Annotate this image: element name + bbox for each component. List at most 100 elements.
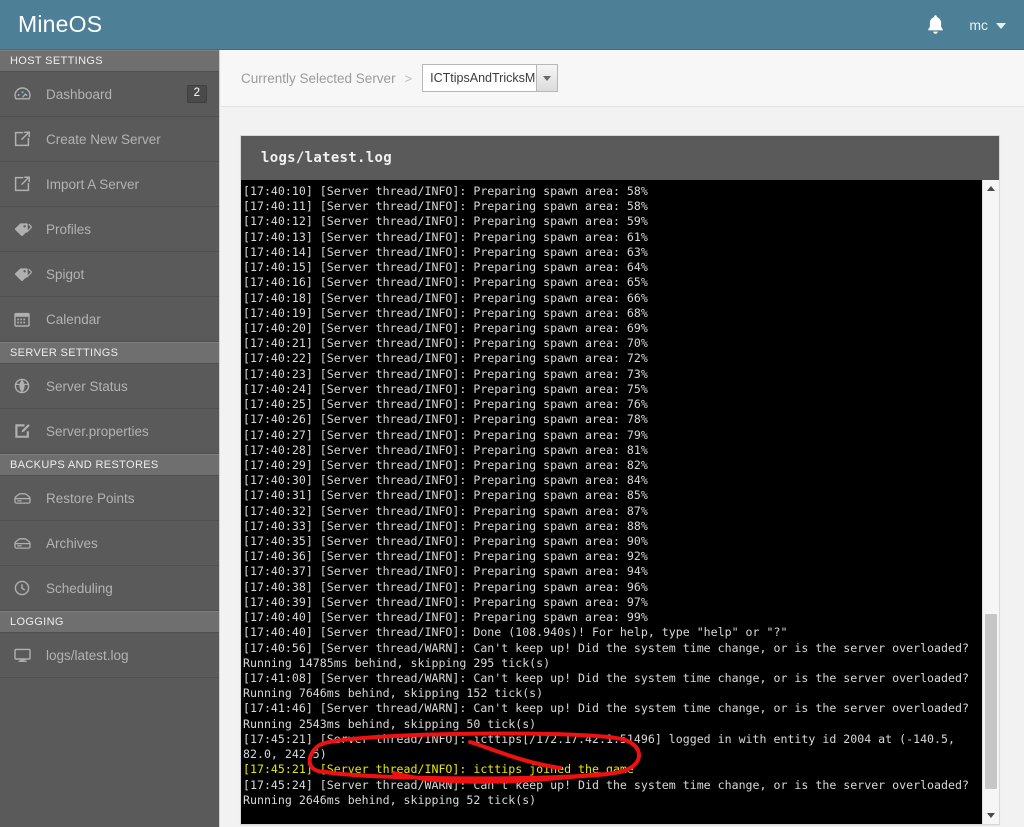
- log-line: [17:40:32] [Server thread/INFO]: Prepari…: [243, 503, 648, 518]
- scroll-down-button[interactable]: [983, 807, 999, 824]
- log-output: [17:40:10] [Server thread/INFO]: Prepari…: [241, 180, 982, 824]
- sidebar-heading-backups-and-restores: BACKUPS AND RESTORES: [0, 454, 219, 476]
- server-select-value: ICTtipsAndTricksMC: [430, 71, 537, 85]
- log-line: [17:40:39] [Server thread/INFO]: Prepari…: [243, 594, 648, 609]
- log-line: [17:40:19] [Server thread/INFO]: Prepari…: [243, 305, 648, 320]
- sidebar-heading-host-settings: HOST SETTINGS: [0, 50, 219, 72]
- drive-icon: [14, 534, 36, 552]
- log-line: [17:40:26] [Server thread/INFO]: Prepari…: [243, 412, 648, 427]
- log-line: [17:40:37] [Server thread/INFO]: Prepari…: [243, 564, 648, 579]
- bell-icon: [926, 14, 945, 35]
- chevron-down-icon: [987, 813, 995, 818]
- scrollbar-thumb[interactable]: [985, 614, 997, 789]
- sidebar-item-archives[interactable]: Archives: [0, 521, 219, 566]
- log-line: [17:40:12] [Server thread/INFO]: Prepari…: [243, 214, 648, 229]
- app-root: MineOS mc HOST SETTINGS Dashboard 2 Crea…: [0, 0, 1024, 827]
- user-menu[interactable]: mc: [959, 0, 1024, 50]
- sidebar-item-profiles[interactable]: Profiles: [0, 207, 219, 252]
- server-select[interactable]: ICTtipsAndTricksMC: [422, 64, 559, 92]
- console-title: logs/latest.log: [241, 136, 999, 180]
- globe-icon: [14, 377, 36, 395]
- log-line: [17:40:18] [Server thread/INFO]: Prepari…: [243, 290, 648, 305]
- sidebar-heading-server-settings: SERVER SETTINGS: [0, 342, 219, 364]
- sidebar-item-label: Profiles: [46, 221, 92, 237]
- log-line: [17:40:28] [Server thread/INFO]: Prepari…: [243, 442, 648, 457]
- breadcrumb-label: Currently Selected Server: [241, 70, 396, 86]
- log-line: [17:45:21] [Server thread/INFO]: icttips…: [243, 762, 634, 777]
- sidebar-item-label: Calendar: [46, 311, 101, 327]
- log-line: [17:40:40] [Server thread/INFO]: Done (1…: [243, 625, 788, 640]
- log-line: [17:40:24] [Server thread/INFO]: Prepari…: [243, 381, 648, 396]
- tag-icon: [14, 265, 36, 283]
- dashboard-badge: 2: [186, 85, 207, 103]
- export-icon: [14, 130, 36, 148]
- top-bar: MineOS mc: [0, 0, 1024, 50]
- sidebar-item-server-status[interactable]: Server Status: [0, 364, 219, 409]
- log-line: [17:41:08] [Server thread/WARN]: Can't k…: [243, 671, 976, 701]
- sidebar: HOST SETTINGS Dashboard 2 Create New Ser…: [0, 50, 220, 827]
- log-line: [17:40:11] [Server thread/INFO]: Prepari…: [243, 199, 648, 214]
- edit-icon: [14, 422, 36, 440]
- log-line: [17:40:14] [Server thread/INFO]: Prepari…: [243, 244, 648, 259]
- log-line: [17:40:31] [Server thread/INFO]: Prepari…: [243, 488, 648, 503]
- console-prompt[interactable]: >: [243, 822, 978, 824]
- log-line: [17:40:27] [Server thread/INFO]: Prepari…: [243, 427, 648, 442]
- log-line: [17:40:23] [Server thread/INFO]: Prepari…: [243, 366, 648, 381]
- log-line: [17:40:30] [Server thread/INFO]: Prepari…: [243, 473, 648, 488]
- sidebar-heading-logging: LOGGING: [0, 611, 219, 633]
- calendar-icon: [14, 310, 36, 328]
- log-line: [17:45:24] [Server thread/WARN]: Can't k…: [243, 777, 976, 807]
- breadcrumb: Currently Selected Server > ICTtipsAndTr…: [221, 50, 1024, 107]
- sidebar-item-logs-latest-log[interactable]: logs/latest.log: [0, 633, 219, 678]
- log-line: [17:40:20] [Server thread/INFO]: Prepari…: [243, 320, 648, 335]
- export-icon: [14, 175, 36, 193]
- app-brand[interactable]: MineOS: [0, 13, 220, 36]
- sidebar-item-create-new-server[interactable]: Create New Server: [0, 117, 219, 162]
- sidebar-item-calendar[interactable]: Calendar: [0, 297, 219, 342]
- log-line: [17:40:40] [Server thread/INFO]: Prepari…: [243, 610, 648, 625]
- log-line: [17:40:33] [Server thread/INFO]: Prepari…: [243, 518, 648, 533]
- notifications-button[interactable]: [911, 0, 959, 50]
- drive-icon: [14, 489, 36, 507]
- sidebar-item-spigot[interactable]: Spigot: [0, 252, 219, 297]
- chevron-down-icon: [996, 22, 1006, 29]
- clock-icon: [14, 579, 36, 597]
- sidebar-item-label: Scheduling: [46, 580, 113, 596]
- log-line: [17:40:38] [Server thread/INFO]: Prepari…: [243, 579, 648, 594]
- console-panel: logs/latest.log [17:40:10] [Server threa…: [240, 135, 1000, 825]
- sidebar-item-dashboard[interactable]: Dashboard 2: [0, 72, 219, 117]
- dashboard-icon: [14, 85, 36, 103]
- log-line: [17:40:36] [Server thread/INFO]: Prepari…: [243, 549, 648, 564]
- log-line: [17:40:10] [Server thread/INFO]: Prepari…: [243, 184, 648, 198]
- sidebar-item-label: Server.properties: [46, 423, 149, 439]
- sidebar-item-label: Archives: [46, 535, 98, 551]
- sidebar-item-label: Server Status: [46, 378, 128, 394]
- sidebar-item-label: logs/latest.log: [46, 647, 129, 663]
- log-line: [17:40:56] [Server thread/WARN]: Can't k…: [243, 640, 976, 670]
- log-line: [17:45:21] [Server thread/INFO]: icttips…: [243, 731, 962, 762]
- log-line: [17:40:15] [Server thread/INFO]: Prepari…: [243, 260, 648, 275]
- sidebar-item-server-properties[interactable]: Server.properties: [0, 409, 219, 454]
- monitor-icon: [14, 646, 36, 664]
- log-line: [17:40:35] [Server thread/INFO]: Prepari…: [243, 534, 648, 549]
- sidebar-item-import-a-server[interactable]: Import A Server: [0, 162, 219, 207]
- breadcrumb-separator: >: [404, 70, 413, 86]
- console-scrollbar[interactable]: [982, 180, 999, 824]
- sidebar-item-label: Dashboard: [46, 86, 113, 102]
- sidebar-item-label: Import A Server: [46, 176, 140, 192]
- sidebar-item-scheduling[interactable]: Scheduling: [0, 566, 219, 611]
- log-line: [17:40:16] [Server thread/INFO]: Prepari…: [243, 275, 648, 290]
- sidebar-item-label: Spigot: [46, 266, 85, 282]
- scroll-up-button[interactable]: [983, 180, 999, 197]
- sidebar-item-label: Restore Points: [46, 490, 135, 506]
- log-line: [17:40:29] [Server thread/INFO]: Prepari…: [243, 457, 648, 472]
- tag-icon: [14, 220, 36, 238]
- sidebar-item-restore-points[interactable]: Restore Points: [0, 476, 219, 521]
- log-line: [17:40:13] [Server thread/INFO]: Prepari…: [243, 229, 648, 244]
- console-body[interactable]: [17:40:10] [Server thread/INFO]: Prepari…: [241, 180, 999, 824]
- log-line: [17:40:25] [Server thread/INFO]: Prepari…: [243, 397, 648, 412]
- log-line: [17:40:21] [Server thread/INFO]: Prepari…: [243, 336, 648, 351]
- sidebar-item-label: Create New Server: [46, 131, 161, 147]
- log-line: [17:41:46] [Server thread/WARN]: Can't k…: [243, 701, 976, 731]
- chevron-down-icon[interactable]: [536, 65, 558, 91]
